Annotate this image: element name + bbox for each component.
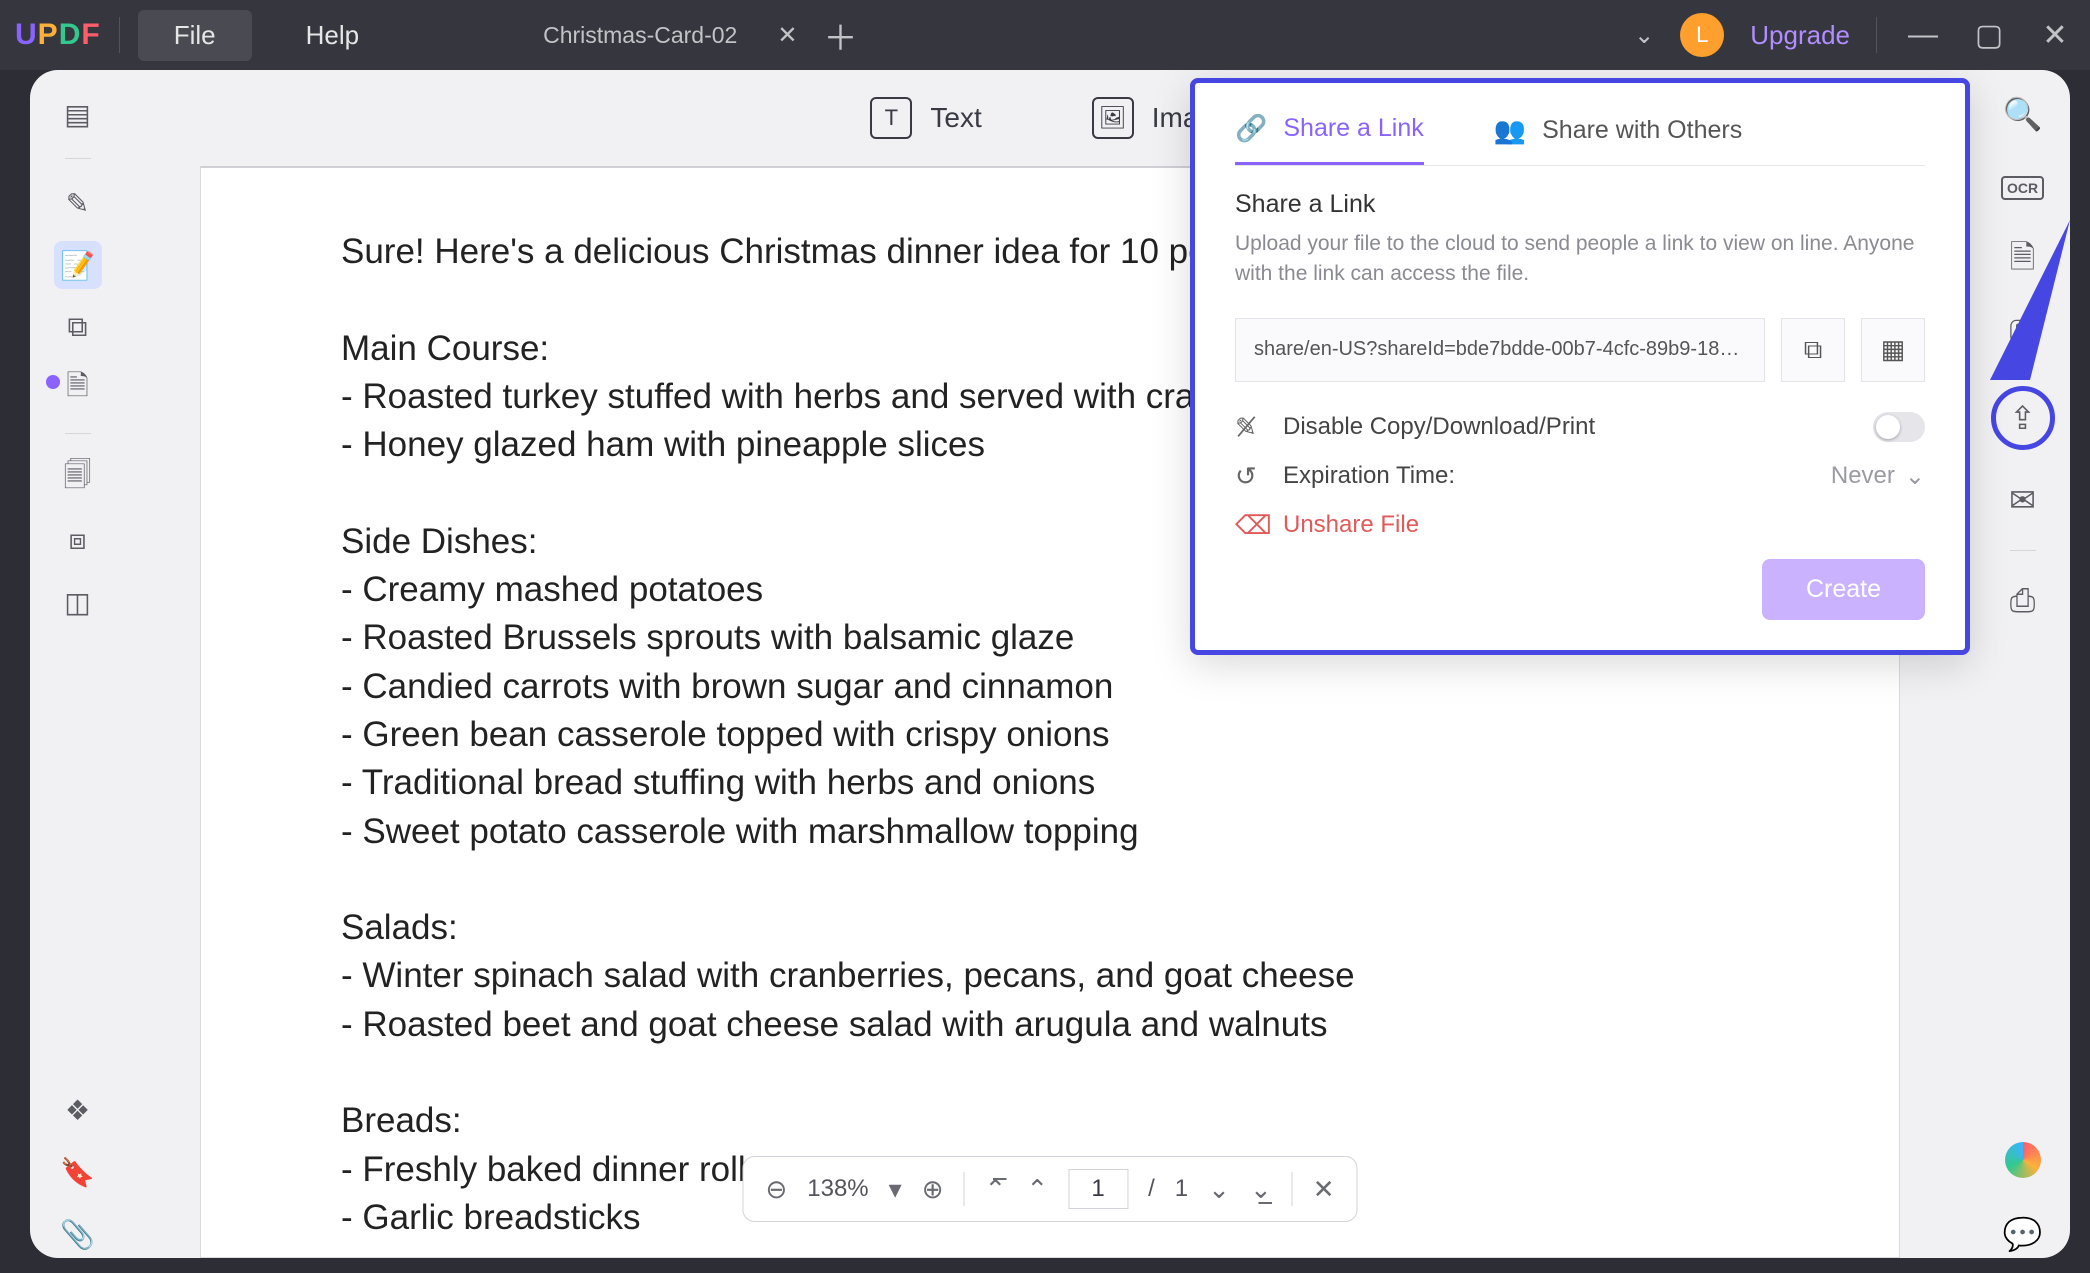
qr-icon: ▦ [1881,334,1906,365]
upgrade-link[interactable]: Upgrade [1750,20,1850,51]
qr-code-button[interactable]: ▦ [1861,318,1925,382]
first-page-icon[interactable]: ⌃̅ [985,1174,1007,1205]
document-text: - Roasted beet and goat cheese salad wit… [341,1001,1759,1049]
zoom-dropdown-icon[interactable]: ▾ [889,1174,902,1205]
share-url-input[interactable] [1235,318,1765,382]
search-icon[interactable]: 🔍 [1999,90,2047,138]
text-mode-label: Text [930,102,981,134]
nav-close-icon[interactable]: ✕ [1313,1174,1335,1205]
disable-copy-toggle[interactable] [1873,412,1925,442]
copy-link-button[interactable]: ⧉ [1781,318,1845,382]
copy-icon: ⧉ [1804,334,1823,366]
comments-icon[interactable]: 💬 [1999,1210,2047,1258]
divider [119,17,120,53]
document-text: Salads: [341,904,1759,952]
create-button[interactable]: Create [1762,559,1925,620]
active-dot-icon [46,375,60,389]
avatar[interactable]: L [1680,13,1724,57]
last-page-icon[interactable]: ⌄̲ [1250,1174,1272,1205]
share-icon[interactable]: ⇪ [1991,386,2055,450]
link-icon: 🔗 [1235,113,1267,144]
convert-icon[interactable]: 🗎 [1999,238,2047,286]
share-others-tab[interactable]: 👥 Share with Others [1494,101,1742,165]
zoom-out-icon[interactable]: ⊖ [765,1174,787,1205]
next-page-icon[interactable]: ⌄ [1208,1174,1230,1205]
stamp-tool-icon[interactable]: ◫ [54,578,102,626]
share-popover: 🔗 Share a Link 👥 Share with Others Share… [1190,78,1970,655]
new-tab-button[interactable]: ＋ [823,11,857,60]
maximize-icon[interactable]: ▢ [1969,18,2009,53]
ocr-icon[interactable]: OCR [1999,164,2047,212]
file-menu[interactable]: File [138,10,252,61]
print-icon[interactable]: ⎙ [1999,577,2047,625]
email-icon[interactable]: ✉ [1999,476,2047,524]
page-number-input[interactable] [1068,1169,1128,1209]
edit-tool-icon[interactable]: 📝 [54,241,102,289]
document-text: - Traditional bread stuffing with herbs … [341,759,1759,807]
page-tool-icon[interactable]: 🗐 [54,454,102,502]
chevron-down-icon: ⌄ [1905,462,1925,491]
page-slash: / [1148,1175,1155,1203]
page-nav-toolbar: ⊖ 138% ▾ ⊕ ⌃̅ ⌃ / 1 ⌄ ⌄̲ ✕ [742,1156,1357,1222]
share-others-tab-label: Share with Others [1542,116,1742,145]
expiration-label: Expiration Time: [1283,462,1455,490]
unshare-label: Unshare File [1283,511,1419,539]
crop-tool-icon[interactable]: ⧈ [54,516,102,564]
divider [1876,17,1877,53]
history-icon: ↺ [1235,461,1265,492]
layers-icon[interactable]: ❖ [54,1086,102,1134]
app-logo: UPDF [15,18,101,52]
zoom-value: 138% [807,1175,868,1203]
unshare-icon: ⌫ [1235,510,1265,541]
image-icon: 🖼 [1092,97,1134,139]
minimize-icon[interactable]: — [1903,18,1943,52]
document-text: - Winter spinach salad with cranberries,… [341,952,1759,1000]
form-tool-icon[interactable]: ⧉ [54,303,102,351]
disable-icon: ✎̸ [1235,412,1265,443]
zoom-in-icon[interactable]: ⊕ [922,1174,944,1205]
close-tab-icon[interactable]: ✕ [777,21,797,50]
compress-icon[interactable]: 🗜 [1999,312,2047,360]
attachment-icon[interactable]: 📎 [54,1210,102,1258]
document-text: - Green bean casserole topped with crisp… [341,711,1759,759]
bookmark-icon[interactable]: 🔖 [54,1148,102,1196]
share-subtitle: Upload your file to the cloud to send pe… [1235,229,1925,290]
chevron-down-icon[interactable]: ⌄ [1634,21,1654,50]
text-icon: T [870,97,912,139]
reader-tool-icon[interactable]: ▤ [54,90,102,138]
close-icon[interactable]: ✕ [2035,18,2075,53]
share-link-tab[interactable]: 🔗 Share a Link [1235,101,1424,165]
share-heading: Share a Link [1235,190,1925,219]
people-icon: 👥 [1494,115,1526,146]
prev-page-icon[interactable]: ⌃ [1026,1174,1048,1205]
disable-copy-label: Disable Copy/Download/Print [1283,413,1595,441]
expiration-value: Never [1831,462,1895,490]
tab-title: Christmas-Card-02 [543,22,737,49]
unshare-button[interactable]: ⌫ Unshare File [1235,510,1925,541]
expiration-dropdown[interactable]: Never ⌄ [1831,462,1925,491]
share-link-tab-label: Share a Link [1283,114,1423,143]
total-pages: 1 [1175,1175,1188,1203]
document-text: - Sweet potato casserole with marshmallo… [341,808,1759,856]
help-menu[interactable]: Help [270,10,395,61]
organize-tool-icon[interactable]: 🗎 [54,365,102,413]
document-text: - Candied carrots with brown sugar and c… [341,663,1759,711]
highlight-tool-icon[interactable]: ✎ [54,179,102,227]
ai-assistant-icon[interactable] [1999,1136,2047,1184]
document-tab[interactable]: Christmas-Card-02 ✕ [543,21,797,50]
document-text: Breads: [341,1097,1759,1145]
text-mode-button[interactable]: T Text [870,97,981,139]
